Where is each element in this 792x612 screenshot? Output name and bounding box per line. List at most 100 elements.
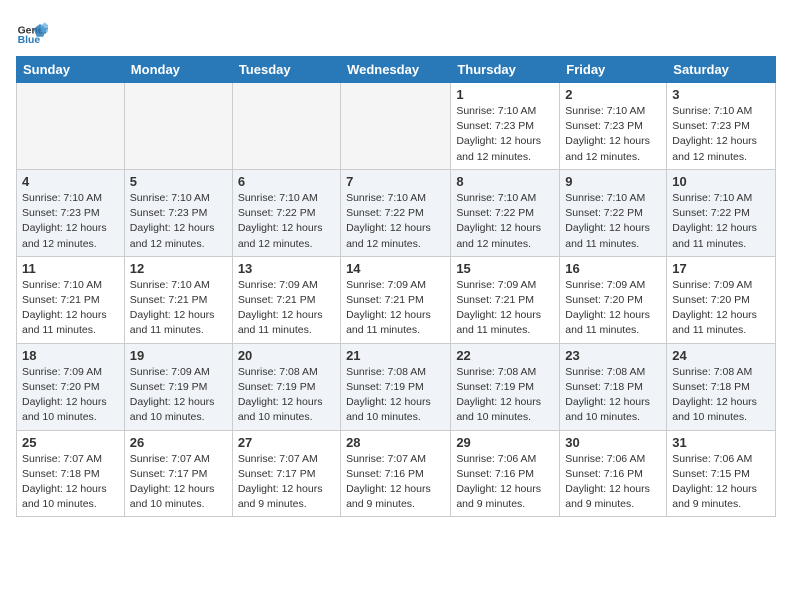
calendar-cell: 16Sunrise: 7:09 AMSunset: 7:20 PMDayligh… xyxy=(560,256,667,343)
day-info: Sunrise: 7:10 AMSunset: 7:23 PMDaylight:… xyxy=(565,104,661,165)
day-number: 12 xyxy=(130,261,227,276)
day-info: Sunrise: 7:06 AMSunset: 7:16 PMDaylight:… xyxy=(456,452,554,513)
calendar-cell: 13 Sunrise: 7:09 AMSunset: 7:21 PMDayligh… xyxy=(232,256,340,343)
calendar-cell: 1 Sunrise: 7:10 AMSunset: 7:23 PMDaylight… xyxy=(451,83,560,170)
calendar-cell xyxy=(17,83,125,170)
calendar-cell: 23Sunrise: 7:08 AMSunset: 7:18 PMDayligh… xyxy=(560,343,667,430)
day-number: 22 xyxy=(456,348,554,363)
logo-icon: General Blue xyxy=(16,16,48,48)
day-info: Sunrise: 7:09 AMSunset: 7:21 PMDaylight:… xyxy=(346,278,445,339)
day-number: 19 xyxy=(130,348,227,363)
calendar-cell: 14 Sunrise: 7:09 AMSunset: 7:21 PMDayligh… xyxy=(341,256,451,343)
day-info: Sunrise: 7:10 AMSunset: 7:22 PMDaylight:… xyxy=(238,191,335,252)
day-number: 4 xyxy=(22,174,119,189)
calendar-cell: 9 Sunrise: 7:10 AMSunset: 7:22 PMDaylight… xyxy=(560,169,667,256)
day-info: Sunrise: 7:09 AMSunset: 7:20 PMDaylight:… xyxy=(22,365,119,426)
day-info: Sunrise: 7:10 AMSunset: 7:23 PMDaylight:… xyxy=(22,191,119,252)
day-number: 21 xyxy=(346,348,445,363)
day-number: 1 xyxy=(456,87,554,102)
day-number: 26 xyxy=(130,435,227,450)
day-number: 25 xyxy=(22,435,119,450)
calendar-cell xyxy=(124,83,232,170)
calendar-week-row: 18 Sunrise: 7:09 AMSunset: 7:20 PMDayligh… xyxy=(17,343,776,430)
day-info: Sunrise: 7:10 AMSunset: 7:23 PMDaylight:… xyxy=(130,191,227,252)
day-number: 18 xyxy=(22,348,119,363)
day-info: Sunrise: 7:07 AMSunset: 7:18 PMDaylight:… xyxy=(22,452,119,513)
weekday-header-saturday: Saturday xyxy=(667,57,776,83)
calendar-cell: 19 Sunrise: 7:09 AMSunset: 7:19 PMDayligh… xyxy=(124,343,232,430)
day-number: 20 xyxy=(238,348,335,363)
calendar-cell: 3Sunrise: 7:10 AMSunset: 7:23 PMDaylight… xyxy=(667,83,776,170)
day-info: Sunrise: 7:10 AMSunset: 7:22 PMDaylight:… xyxy=(346,191,445,252)
calendar-cell: 7 Sunrise: 7:10 AMSunset: 7:22 PMDaylight… xyxy=(341,169,451,256)
day-info: Sunrise: 7:09 AMSunset: 7:21 PMDaylight:… xyxy=(456,278,554,339)
weekday-header-monday: Monday xyxy=(124,57,232,83)
calendar-cell: 4 Sunrise: 7:10 AMSunset: 7:23 PMDaylight… xyxy=(17,169,125,256)
day-number: 29 xyxy=(456,435,554,450)
calendar-cell: 12 Sunrise: 7:10 AMSunset: 7:21 PMDayligh… xyxy=(124,256,232,343)
calendar-cell: 25 Sunrise: 7:07 AMSunset: 7:18 PMDayligh… xyxy=(17,430,125,517)
day-number: 23 xyxy=(565,348,661,363)
weekday-header-sunday: Sunday xyxy=(17,57,125,83)
weekday-header-wednesday: Wednesday xyxy=(341,57,451,83)
calendar-cell xyxy=(232,83,340,170)
calendar-cell: 11Sunrise: 7:10 AMSunset: 7:21 PMDayligh… xyxy=(17,256,125,343)
calendar-cell: 26Sunrise: 7:07 AMSunset: 7:17 PMDayligh… xyxy=(124,430,232,517)
calendar-cell: 29 Sunrise: 7:06 AMSunset: 7:16 PMDayligh… xyxy=(451,430,560,517)
day-number: 14 xyxy=(346,261,445,276)
calendar-week-row: 11Sunrise: 7:10 AMSunset: 7:21 PMDayligh… xyxy=(17,256,776,343)
weekday-header-tuesday: Tuesday xyxy=(232,57,340,83)
day-number: 9 xyxy=(565,174,661,189)
calendar-cell xyxy=(341,83,451,170)
day-info: Sunrise: 7:10 AMSunset: 7:21 PMDaylight:… xyxy=(22,278,119,339)
calendar-table: SundayMondayTuesdayWednesdayThursdayFrid… xyxy=(16,56,776,517)
day-number: 10 xyxy=(672,174,770,189)
day-info: Sunrise: 7:08 AMSunset: 7:19 PMDaylight:… xyxy=(346,365,445,426)
day-number: 27 xyxy=(238,435,335,450)
day-info: Sunrise: 7:10 AMSunset: 7:22 PMDaylight:… xyxy=(456,191,554,252)
day-info: Sunrise: 7:10 AMSunset: 7:23 PMDaylight:… xyxy=(456,104,554,165)
day-number: 31 xyxy=(672,435,770,450)
logo: General Blue xyxy=(16,16,52,48)
calendar-cell: 27 Sunrise: 7:07 AMSunset: 7:17 PMDayligh… xyxy=(232,430,340,517)
day-info: Sunrise: 7:10 AMSunset: 7:22 PMDaylight:… xyxy=(565,191,661,252)
calendar-cell: 6 Sunrise: 7:10 AMSunset: 7:22 PMDaylight… xyxy=(232,169,340,256)
day-number: 6 xyxy=(238,174,335,189)
day-number: 15 xyxy=(456,261,554,276)
calendar-body: 1 Sunrise: 7:10 AMSunset: 7:23 PMDaylight… xyxy=(17,83,776,517)
day-info: Sunrise: 7:09 AMSunset: 7:19 PMDaylight:… xyxy=(130,365,227,426)
calendar-cell: 18 Sunrise: 7:09 AMSunset: 7:20 PMDayligh… xyxy=(17,343,125,430)
calendar-cell: 24Sunrise: 7:08 AMSunset: 7:18 PMDayligh… xyxy=(667,343,776,430)
day-number: 2 xyxy=(565,87,661,102)
day-info: Sunrise: 7:07 AMSunset: 7:17 PMDaylight:… xyxy=(238,452,335,513)
calendar-cell: 17Sunrise: 7:09 AMSunset: 7:20 PMDayligh… xyxy=(667,256,776,343)
day-info: Sunrise: 7:07 AMSunset: 7:16 PMDaylight:… xyxy=(346,452,445,513)
day-info: Sunrise: 7:10 AMSunset: 7:22 PMDaylight:… xyxy=(672,191,770,252)
calendar-cell: 20Sunrise: 7:08 AMSunset: 7:19 PMDayligh… xyxy=(232,343,340,430)
calendar-cell: 5Sunrise: 7:10 AMSunset: 7:23 PMDaylight… xyxy=(124,169,232,256)
calendar-cell: 10 Sunrise: 7:10 AMSunset: 7:22 PMDayligh… xyxy=(667,169,776,256)
day-number: 13 xyxy=(238,261,335,276)
calendar-cell: 15 Sunrise: 7:09 AMSunset: 7:21 PMDayligh… xyxy=(451,256,560,343)
day-info: Sunrise: 7:09 AMSunset: 7:21 PMDaylight:… xyxy=(238,278,335,339)
svg-text:Blue: Blue xyxy=(18,35,41,46)
calendar-cell: 8 Sunrise: 7:10 AMSunset: 7:22 PMDaylight… xyxy=(451,169,560,256)
day-number: 3 xyxy=(672,87,770,102)
calendar-week-row: 25 Sunrise: 7:07 AMSunset: 7:18 PMDayligh… xyxy=(17,430,776,517)
calendar-cell: 21 Sunrise: 7:08 AMSunset: 7:19 PMDayligh… xyxy=(341,343,451,430)
calendar-cell: 22 Sunrise: 7:08 AMSunset: 7:19 PMDayligh… xyxy=(451,343,560,430)
day-number: 7 xyxy=(346,174,445,189)
weekday-header-friday: Friday xyxy=(560,57,667,83)
day-info: Sunrise: 7:10 AMSunset: 7:21 PMDaylight:… xyxy=(130,278,227,339)
calendar-week-row: 1 Sunrise: 7:10 AMSunset: 7:23 PMDaylight… xyxy=(17,83,776,170)
calendar-week-row: 4 Sunrise: 7:10 AMSunset: 7:23 PMDaylight… xyxy=(17,169,776,256)
calendar-cell: 31Sunrise: 7:06 AMSunset: 7:15 PMDayligh… xyxy=(667,430,776,517)
day-info: Sunrise: 7:06 AMSunset: 7:16 PMDaylight:… xyxy=(565,452,661,513)
day-number: 28 xyxy=(346,435,445,450)
day-info: Sunrise: 7:08 AMSunset: 7:18 PMDaylight:… xyxy=(672,365,770,426)
day-number: 8 xyxy=(456,174,554,189)
day-info: Sunrise: 7:08 AMSunset: 7:19 PMDaylight:… xyxy=(456,365,554,426)
day-number: 30 xyxy=(565,435,661,450)
day-info: Sunrise: 7:09 AMSunset: 7:20 PMDaylight:… xyxy=(672,278,770,339)
calendar-cell: 2 Sunrise: 7:10 AMSunset: 7:23 PMDaylight… xyxy=(560,83,667,170)
